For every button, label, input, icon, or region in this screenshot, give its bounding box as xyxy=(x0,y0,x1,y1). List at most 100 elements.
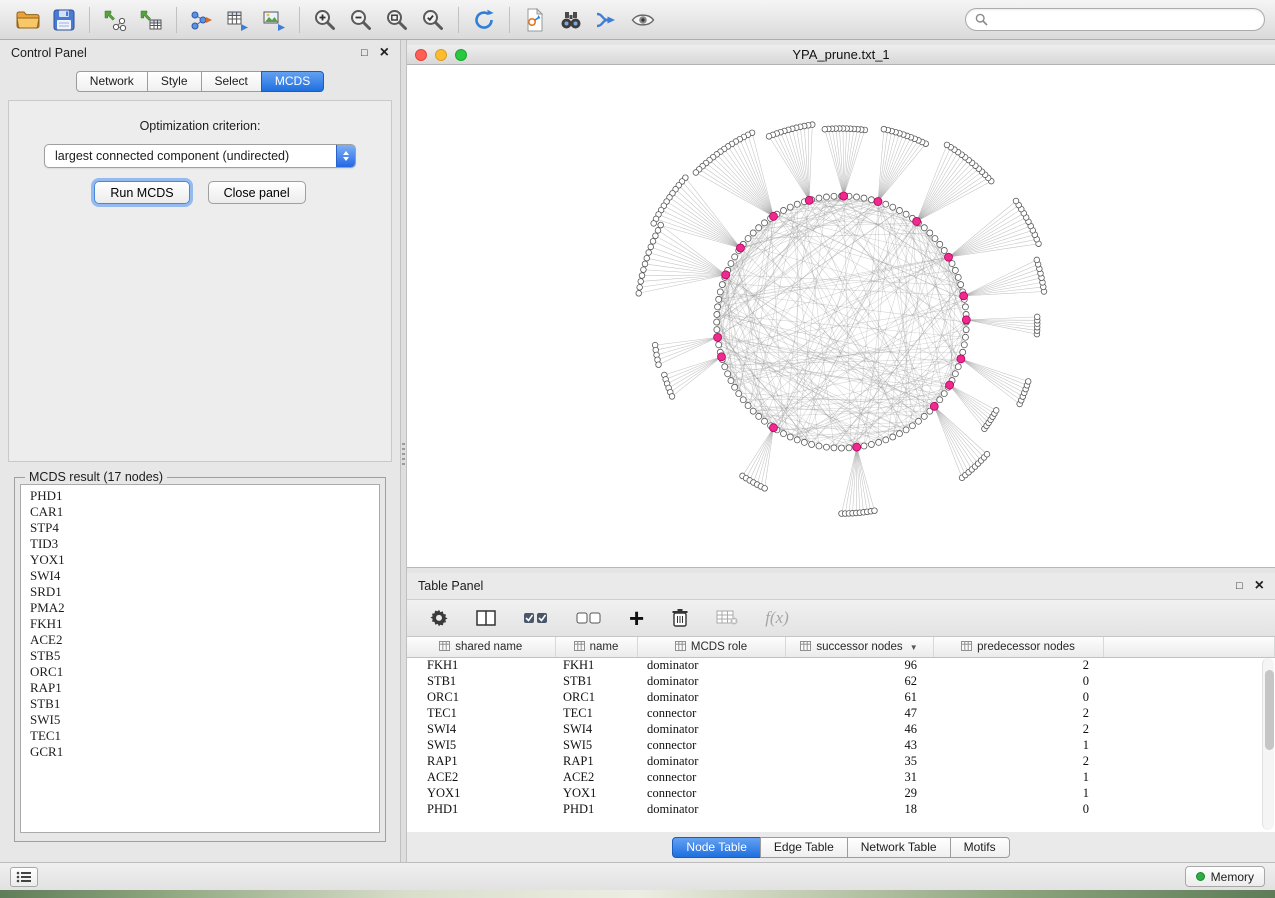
cell-mcds-role[interactable]: dominator xyxy=(637,657,785,673)
mcds-result-item[interactable]: FKH1 xyxy=(30,616,370,632)
export-network-button[interactable] xyxy=(184,4,220,36)
tab-motifs[interactable]: Motifs xyxy=(950,837,1010,858)
tab-select[interactable]: Select xyxy=(201,71,262,92)
cell-name[interactable]: ACE2 xyxy=(555,769,637,785)
control-panel-float-button[interactable]: □ xyxy=(361,48,368,59)
column-header-shared-name[interactable]: shared name xyxy=(407,637,555,657)
network-window-titlebar[interactable]: YPA_prune.txt_1 xyxy=(407,45,1275,65)
window-close-button[interactable] xyxy=(415,49,427,61)
cell-successor-nodes[interactable]: 46 xyxy=(785,721,933,737)
cell-predecessor-nodes[interactable]: 0 xyxy=(933,673,1103,689)
cell-shared-name[interactable]: SWI4 xyxy=(407,721,555,737)
control-panel-close-button[interactable]: × xyxy=(380,45,389,61)
cell-mcds-role[interactable]: dominator xyxy=(637,721,785,737)
panel-menu-button[interactable] xyxy=(10,867,38,887)
column-header-successor-nodes[interactable]: successor nodes▼ xyxy=(785,637,933,657)
cell-predecessor-nodes[interactable]: 2 xyxy=(933,721,1103,737)
cell-shared-name[interactable]: STB1 xyxy=(407,673,555,689)
cell-mcds-role[interactable]: connector xyxy=(637,769,785,785)
cell-name[interactable]: PHD1 xyxy=(555,801,637,817)
cell-predecessor-nodes[interactable]: 1 xyxy=(933,737,1103,753)
import-network-button[interactable] xyxy=(97,4,133,36)
table-row[interactable]: YOX1YOX1connector291 xyxy=(407,785,1275,801)
mcds-result-item[interactable]: YOX1 xyxy=(30,552,370,568)
tab-network[interactable]: Network xyxy=(76,71,148,92)
merge-button[interactable] xyxy=(589,4,625,36)
table-row[interactable]: SWI4SWI4dominator462 xyxy=(407,721,1275,737)
mcds-result-item[interactable]: TEC1 xyxy=(30,728,370,744)
export-table-button[interactable] xyxy=(220,4,256,36)
zoom-in-button[interactable] xyxy=(307,4,343,36)
table-row[interactable]: PHD1PHD1dominator180 xyxy=(407,801,1275,817)
save-session-button[interactable] xyxy=(46,4,82,36)
zoom-selected-button[interactable] xyxy=(415,4,451,36)
cell-name[interactable]: YOX1 xyxy=(555,785,637,801)
export-document-button[interactable] xyxy=(517,4,553,36)
cell-name[interactable]: TEC1 xyxy=(555,705,637,721)
column-header-mcds-role[interactable]: MCDS role xyxy=(637,637,785,657)
mcds-result-item[interactable]: ACE2 xyxy=(30,632,370,648)
table-row[interactable]: RAP1RAP1dominator352 xyxy=(407,753,1275,769)
cell-successor-nodes[interactable]: 96 xyxy=(785,657,933,673)
select-all-columns-button[interactable] xyxy=(523,610,549,626)
cell-shared-name[interactable]: YOX1 xyxy=(407,785,555,801)
mcds-result-item[interactable]: SWI4 xyxy=(30,568,370,584)
cell-name[interactable]: FKH1 xyxy=(555,657,637,673)
open-session-button[interactable] xyxy=(10,4,46,36)
mcds-result-item[interactable]: ORC1 xyxy=(30,664,370,680)
table-row[interactable]: SWI5SWI5connector431 xyxy=(407,737,1275,753)
mcds-result-item[interactable]: SRD1 xyxy=(30,584,370,600)
table-panel-float-button[interactable]: □ xyxy=(1236,581,1243,592)
cell-successor-nodes[interactable]: 31 xyxy=(785,769,933,785)
mcds-result-item[interactable]: PMA2 xyxy=(30,600,370,616)
cell-successor-nodes[interactable]: 61 xyxy=(785,689,933,705)
table-row[interactable]: ACE2ACE2connector311 xyxy=(407,769,1275,785)
window-minimize-button[interactable] xyxy=(435,49,447,61)
cell-mcds-role[interactable]: connector xyxy=(637,737,785,753)
cell-predecessor-nodes[interactable]: 2 xyxy=(933,753,1103,769)
cell-name[interactable]: RAP1 xyxy=(555,753,637,769)
cell-predecessor-nodes[interactable]: 2 xyxy=(933,657,1103,673)
delete-column-button[interactable] xyxy=(671,608,689,628)
cell-mcds-role[interactable]: connector xyxy=(637,705,785,721)
unselect-all-columns-button[interactable] xyxy=(576,610,602,626)
mcds-result-item[interactable]: CAR1 xyxy=(30,504,370,520)
panel-splitter[interactable] xyxy=(400,40,407,862)
search-input[interactable] xyxy=(993,13,1255,27)
refresh-button[interactable] xyxy=(466,4,502,36)
cell-predecessor-nodes[interactable]: 1 xyxy=(933,769,1103,785)
cell-successor-nodes[interactable]: 43 xyxy=(785,737,933,753)
create-column-button[interactable]: + xyxy=(629,608,644,628)
tab-mcds[interactable]: MCDS xyxy=(261,71,324,92)
import-table-button[interactable] xyxy=(133,4,169,36)
table-row[interactable]: FKH1FKH1dominator962 xyxy=(407,657,1275,673)
network-canvas[interactable] xyxy=(407,65,1275,567)
cell-shared-name[interactable]: ACE2 xyxy=(407,769,555,785)
mcds-result-item[interactable]: STB1 xyxy=(30,696,370,712)
memory-button[interactable]: Memory xyxy=(1185,866,1265,887)
find-button[interactable] xyxy=(553,4,589,36)
tab-style[interactable]: Style xyxy=(147,71,202,92)
cell-name[interactable]: STB1 xyxy=(555,673,637,689)
table-scrollbar-thumb[interactable] xyxy=(1265,670,1274,750)
mcds-close-panel-button[interactable]: Close panel xyxy=(208,181,306,204)
cell-predecessor-nodes[interactable]: 1 xyxy=(933,785,1103,801)
zoom-fit-button[interactable] xyxy=(379,4,415,36)
table-row[interactable]: ORC1ORC1dominator610 xyxy=(407,689,1275,705)
cell-successor-nodes[interactable]: 18 xyxy=(785,801,933,817)
cell-successor-nodes[interactable]: 35 xyxy=(785,753,933,769)
cell-predecessor-nodes[interactable]: 2 xyxy=(933,705,1103,721)
table-row[interactable]: STB1STB1dominator620 xyxy=(407,673,1275,689)
cell-shared-name[interactable]: PHD1 xyxy=(407,801,555,817)
zoom-out-button[interactable] xyxy=(343,4,379,36)
cell-shared-name[interactable]: TEC1 xyxy=(407,705,555,721)
tab-network-table[interactable]: Network Table xyxy=(847,837,951,858)
table-scrollbar[interactable] xyxy=(1262,658,1274,830)
cell-mcds-role[interactable]: dominator xyxy=(637,689,785,705)
column-header-predecessor-nodes[interactable]: predecessor nodes xyxy=(933,637,1103,657)
cell-mcds-role[interactable]: dominator xyxy=(637,673,785,689)
cell-shared-name[interactable]: RAP1 xyxy=(407,753,555,769)
cell-name[interactable]: ORC1 xyxy=(555,689,637,705)
window-zoom-button[interactable] xyxy=(455,49,467,61)
export-image-button[interactable] xyxy=(256,4,292,36)
